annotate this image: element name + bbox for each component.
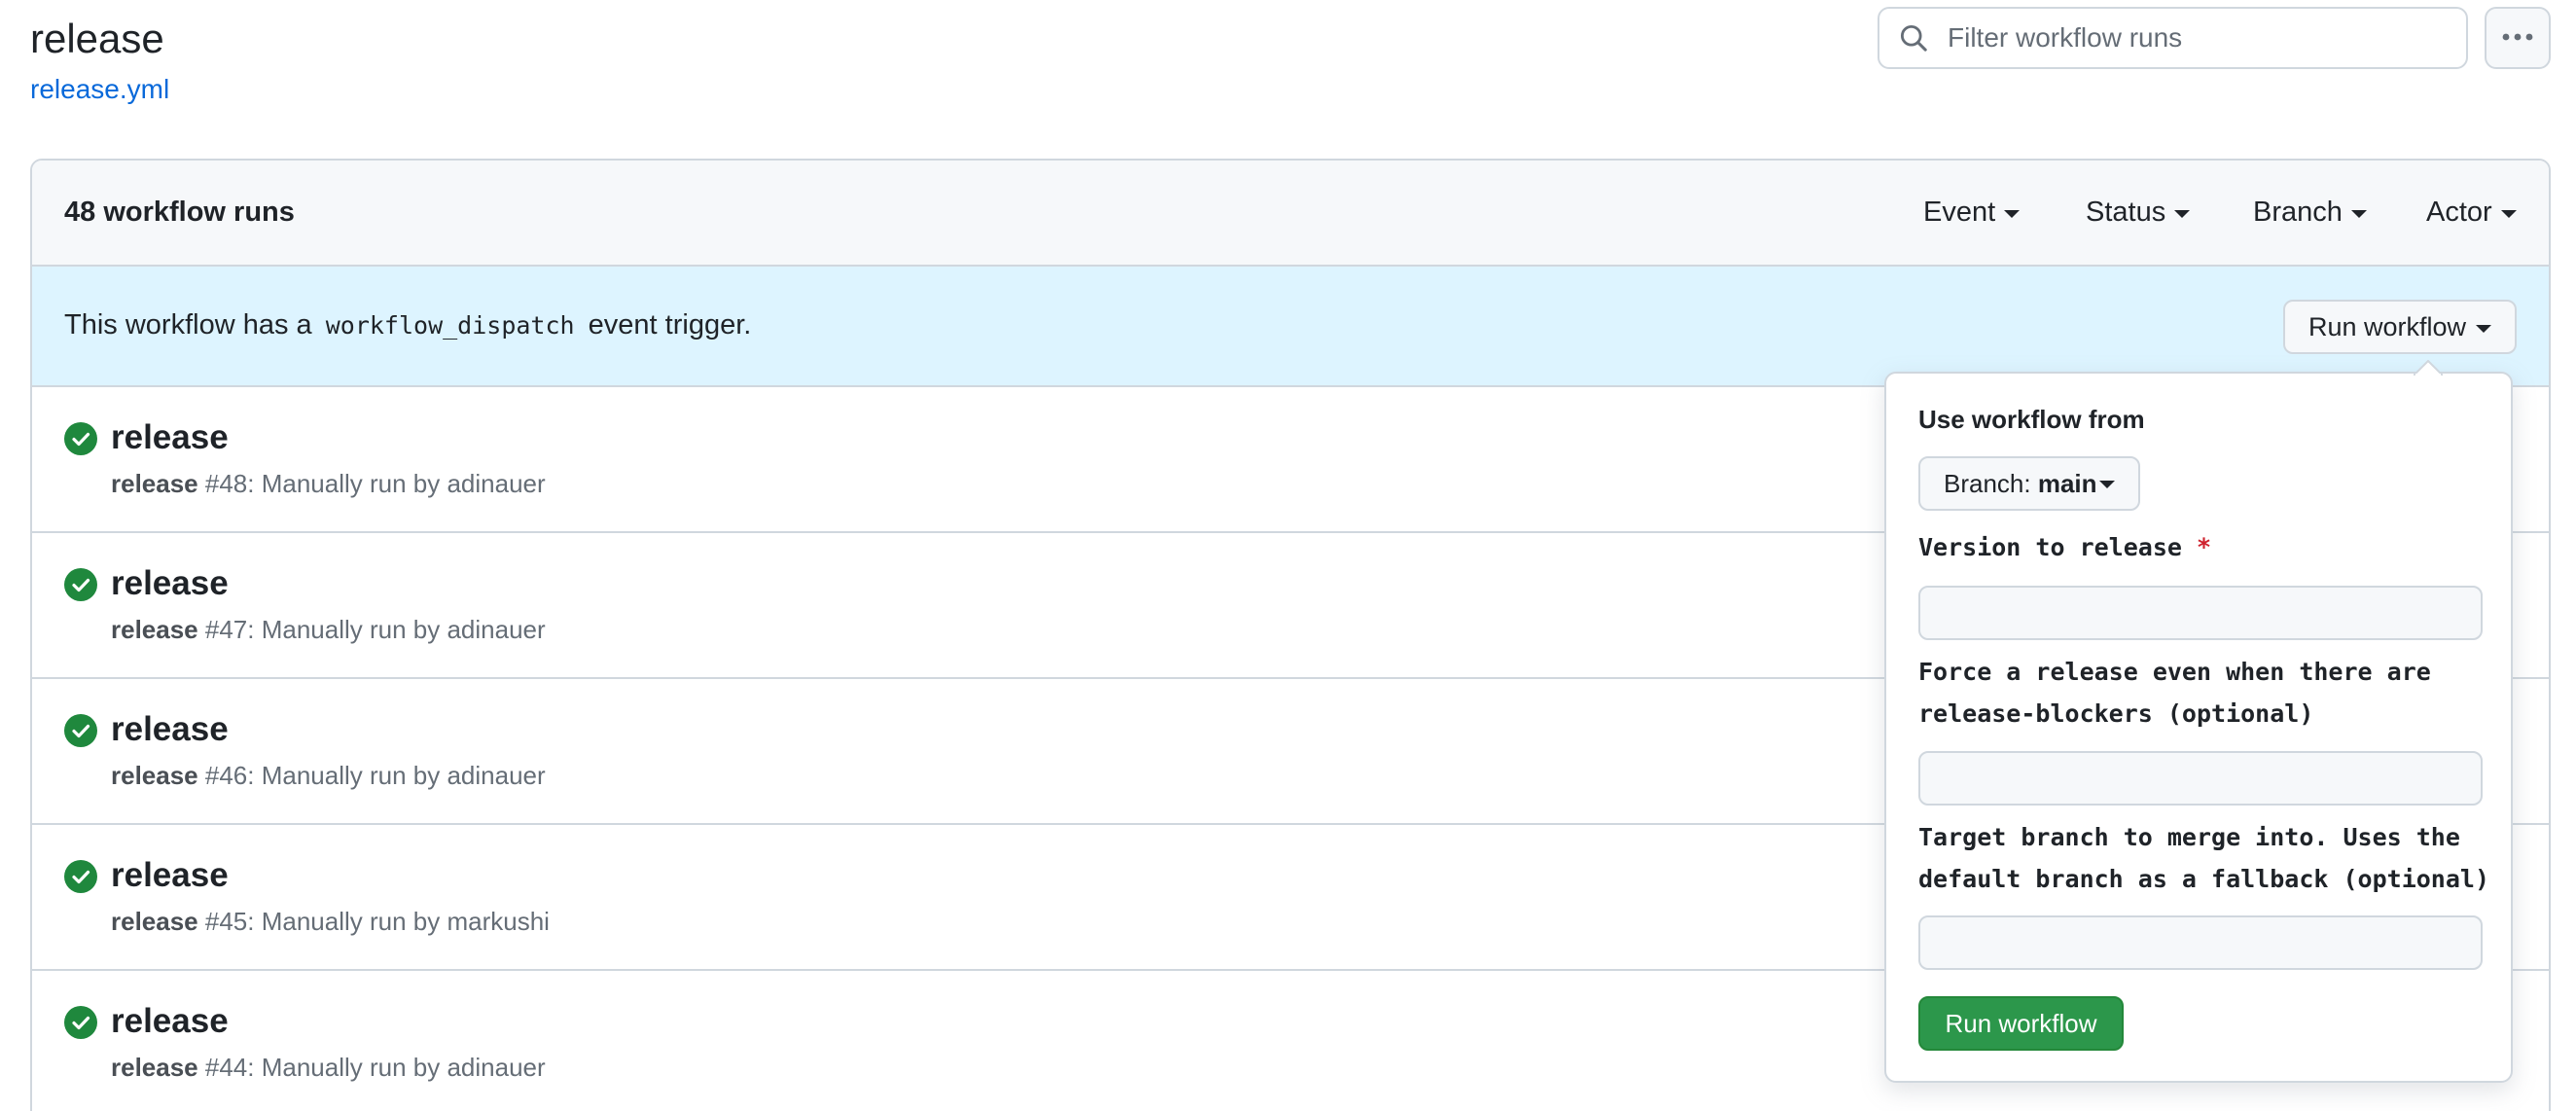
caret-down-icon — [2500, 210, 2517, 218]
run-workflow-dropdown-button[interactable]: Run workflow — [2283, 300, 2517, 354]
branch-select-button[interactable]: Branch: main — [1918, 456, 2140, 511]
version-input[interactable] — [1918, 586, 2483, 640]
run-title[interactable]: release — [111, 416, 229, 459]
caret-down-icon — [2099, 481, 2115, 488]
caret-down-icon — [2004, 210, 2021, 218]
run-title[interactable]: release — [111, 1000, 229, 1043]
page-title: release — [30, 16, 164, 61]
run-description: #44: Manually run by adinauer — [197, 1053, 546, 1082]
run-title[interactable]: release — [111, 562, 229, 605]
run-description: #48: Manually run by adinauer — [197, 469, 546, 498]
run-workflow-popover: Use workflow from Branch: main Version t… — [1884, 360, 2513, 1083]
run-description: #46: Manually run by adinauer — [197, 761, 546, 790]
runs-box-header: 48 workflow runs Event Status Branch Act… — [32, 161, 2549, 267]
version-field-label: Version to release * — [1918, 526, 2502, 568]
run-workflow-name: release — [111, 761, 198, 790]
run-workflow-name: release — [111, 469, 198, 498]
popover-caret-icon — [2414, 360, 2443, 376]
caret-down-icon — [2350, 210, 2367, 218]
event-filter-menu[interactable]: Event — [1923, 195, 2021, 230]
actor-filter-menu[interactable]: Actor — [2426, 195, 2517, 230]
kebab-horizontal-icon — [2501, 29, 2534, 47]
run-workflow-name: release — [111, 615, 198, 644]
run-workflow-name: release — [111, 1053, 198, 1082]
run-title[interactable]: release — [111, 854, 229, 897]
branch-select-prefix: Branch: — [1944, 469, 2038, 498]
run-workflow-submit-button[interactable]: Run workflow — [1918, 996, 2124, 1051]
target-branch-label: Target branch to merge into. Uses the de… — [1918, 823, 2489, 893]
run-count: 48 workflow runs — [64, 197, 295, 228]
caret-down-icon — [2476, 325, 2491, 333]
actor-filter-label: Actor — [2426, 197, 2492, 228]
dispatch-banner-text: This workflow has a workflow_dispatch ev… — [64, 307, 751, 343]
run-meta: release #44: Manually run by adinauer — [111, 1051, 546, 1084]
workflow-dispatch-banner: This workflow has a workflow_dispatch ev… — [32, 267, 2549, 387]
workflow-runs-page: release release.yml 48 workflow runs Eve… — [0, 0, 2576, 1111]
event-filter-label: Event — [1923, 197, 1996, 228]
use-workflow-from-label: Use workflow from — [1918, 405, 2145, 434]
branch-select-value: main — [2037, 469, 2097, 498]
filter-runs-input[interactable] — [1946, 11, 2451, 65]
version-label-text: Version to release — [1918, 533, 2182, 561]
status-filter-menu[interactable]: Status — [2086, 195, 2191, 230]
status-filter-label: Status — [2086, 197, 2166, 228]
filter-runs-field[interactable] — [1878, 7, 2468, 69]
banner-prefix: This workflow has a — [64, 309, 312, 340]
run-description: #45: Manually run by markushi — [197, 907, 550, 936]
required-marker: * — [2197, 533, 2212, 561]
caret-down-icon — [2174, 210, 2191, 218]
run-meta: release #45: Manually run by markushi — [111, 905, 550, 938]
run-title[interactable]: release — [111, 708, 229, 751]
force-release-label: Force a release even when there are rele… — [1918, 658, 2431, 728]
check-circle-icon — [64, 1006, 97, 1039]
workflow-file-link[interactable]: release.yml — [30, 72, 169, 107]
target-branch-input[interactable] — [1918, 915, 2483, 970]
check-circle-icon — [64, 568, 97, 601]
check-circle-icon — [64, 714, 97, 747]
branch-filter-label: Branch — [2253, 197, 2343, 228]
more-options-button[interactable] — [2485, 7, 2551, 69]
run-meta: release #48: Manually run by adinauer — [111, 467, 546, 500]
branch-filter-menu[interactable]: Branch — [2253, 195, 2367, 230]
check-circle-icon — [64, 860, 97, 893]
run-workflow-name: release — [111, 907, 198, 936]
banner-trigger-code: workflow_dispatch — [325, 311, 575, 340]
run-meta: release #46: Manually run by adinauer — [111, 759, 546, 792]
search-icon — [1897, 21, 1930, 54]
run-workflow-toggle-label: Run workflow — [2308, 312, 2467, 341]
force-release-input[interactable] — [1918, 751, 2483, 806]
run-meta: release #47: Manually run by adinauer — [111, 613, 546, 646]
check-circle-icon — [64, 422, 97, 455]
banner-suffix: event trigger. — [588, 309, 752, 340]
run-description: #47: Manually run by adinauer — [197, 615, 546, 644]
